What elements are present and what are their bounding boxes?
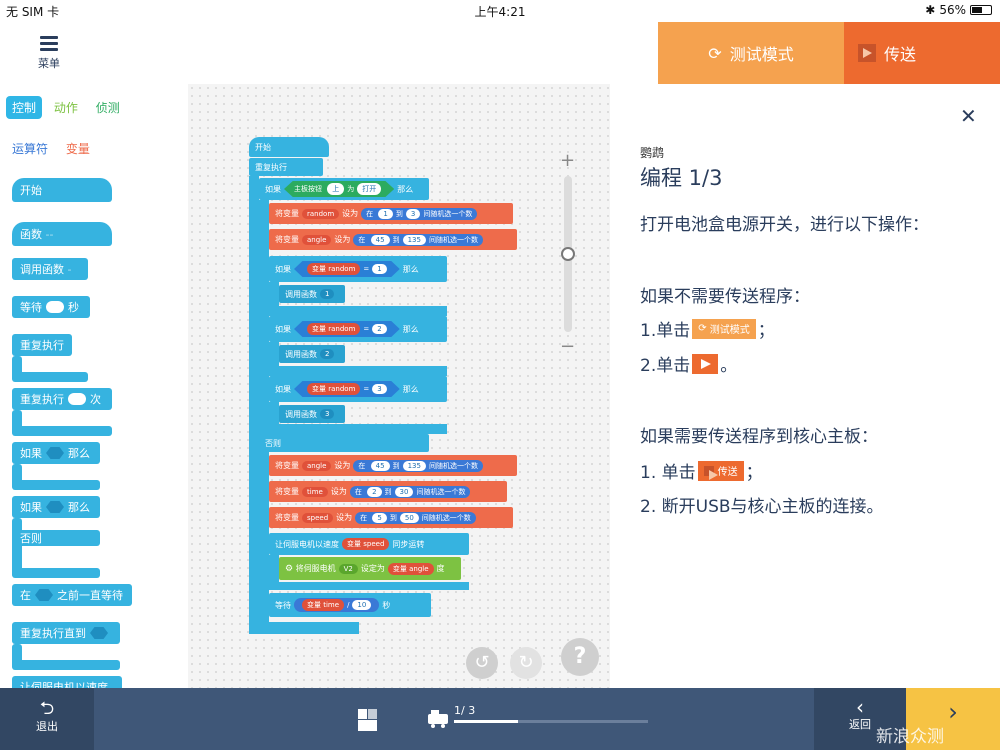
send-icon: [858, 44, 876, 62]
panel-step-3: 1. 单击 传送 ；: [640, 458, 763, 483]
menu-button[interactable]: 菜单: [22, 36, 76, 76]
panel-step-1: 1.单击 ⟳ 测试模式 ；: [640, 316, 775, 341]
servo-sync-block[interactable]: 让伺服电机以速度 变量 speed 同步运转: [269, 533, 469, 555]
test-mode-label: 测试模式: [729, 45, 794, 64]
watermark: 新浪众测: [876, 727, 944, 747]
send-label: 传送: [884, 45, 917, 64]
wait-block[interactable]: 等待 变量 time/10 秒: [269, 593, 431, 617]
palette-repeat-block[interactable]: 重复执行次: [12, 388, 112, 410]
layout-icon[interactable]: [358, 709, 378, 731]
help-button[interactable]: ?: [561, 638, 599, 676]
chevron-left-icon: ‹: [856, 695, 864, 719]
menu-label: 菜单: [38, 57, 60, 70]
tab-motion[interactable]: 动作: [48, 96, 84, 119]
set-random-block[interactable]: 将变量 random 设为 在 1 到 3 间随机选一个数: [269, 203, 513, 224]
if-random-3-block[interactable]: 如果 变量 random = 3 那么: [269, 376, 447, 402]
zoom-in-button[interactable]: +: [560, 150, 575, 171]
palette-function-block[interactable]: 函数 --: [12, 222, 112, 246]
set-angle-block[interactable]: 将变量 angle 设为 在 45 到 135 间随机选一个数: [269, 229, 517, 250]
test-mode-button[interactable]: ⟳ 测试模式: [658, 22, 844, 84]
chevron-right-icon: ›: [948, 698, 958, 726]
else-label: 否则: [259, 434, 429, 452]
palette-servo-speed-block[interactable]: 让伺服电机以速度: [12, 676, 122, 688]
panel-no-send-header: 如果不需要传送程序：: [640, 287, 810, 307]
panel-title: 编程 1/3: [640, 166, 723, 190]
set-speed-block[interactable]: 将变量 speed 设为 在 5 到 50 间随机选一个数: [269, 507, 513, 528]
palette-start-block[interactable]: 开始: [12, 178, 112, 202]
battery-percent: 56%: [939, 3, 966, 17]
palette-wait-block[interactable]: 等待秒: [12, 296, 90, 318]
panel-subtitle: 鹦鹉: [640, 146, 665, 160]
refresh-icon: ⟳: [708, 43, 722, 63]
robot-icon: [426, 708, 450, 728]
palette-else-label: 否则: [12, 530, 100, 546]
block-palette: 开始 函数 -- 调用函数 - 等待秒 重复执行 重复执行次 如果 那么 如果 那么…: [0, 160, 185, 688]
panel-intro: 打开电池盒电源开关，进行以下操作：: [640, 215, 929, 235]
palette-forever-block[interactable]: 重复执行: [12, 334, 72, 356]
test-mode-chip: ⟳ 测试模式: [692, 318, 756, 339]
servo-icon: ⚙: [285, 563, 294, 574]
zoom-out-button[interactable]: −: [560, 336, 575, 357]
if-random-2-block[interactable]: 如果 变量 random = 2 那么: [269, 316, 447, 342]
palette-repeat-until-block[interactable]: 重复执行直到: [12, 622, 120, 644]
close-icon[interactable]: ✕: [960, 104, 977, 128]
forever-block[interactable]: 重复执行: [249, 158, 323, 176]
exit-label: 退出: [36, 720, 58, 733]
call-function-2-block[interactable]: 调用函数 2: [279, 345, 345, 363]
progress-bar: [454, 720, 648, 723]
battery-icon: [970, 5, 992, 15]
refresh-icon: ⟳: [698, 323, 710, 334]
palette-wait-until-block[interactable]: 在之前一直等待: [12, 584, 132, 606]
redo-button[interactable]: ↻: [510, 647, 542, 679]
call-function-1-block[interactable]: 调用函数 1: [279, 285, 345, 303]
tab-control[interactable]: 控制: [6, 96, 43, 119]
step-indicator: 1/ 3: [454, 704, 476, 717]
start-hat-block[interactable]: 开始: [249, 137, 329, 157]
palette-call-function-block[interactable]: 调用函数 -: [12, 258, 88, 280]
if-block[interactable]: 如果 主板按钮 上为打开 那么: [259, 178, 429, 200]
send-icon: [703, 465, 718, 480]
clock-text: 上午4:21: [474, 5, 526, 19]
palette-if-block[interactable]: 如果 那么: [12, 442, 100, 464]
bluetooth-icon: ✱: [925, 3, 936, 17]
panel-send-header: 如果需要传送程序到核心主板：: [640, 427, 878, 447]
play-icon: [692, 353, 719, 374]
exit-button[interactable]: ⮌ 退出: [0, 688, 94, 750]
panel-step-2: 2.单击 。: [640, 351, 737, 376]
undo-button[interactable]: ↺: [466, 647, 498, 679]
send-chip: 传送: [697, 460, 744, 481]
tab-variables[interactable]: 变量: [60, 137, 96, 160]
set-angle-2-block[interactable]: 将变量 angle 设为 在 45 到 135 间随机选一个数: [269, 455, 517, 476]
tab-operators[interactable]: 运算符: [6, 137, 54, 160]
exit-icon: ⮌: [39, 698, 55, 719]
call-function-3-block[interactable]: 调用函数 3: [279, 405, 345, 423]
zoom-slider-handle[interactable]: [561, 247, 575, 261]
category-tabs: 控制 动作 侦测 运算符 变量: [6, 96, 186, 160]
panel-step-4: 2. 断开USB与核心主板的连接。: [640, 497, 884, 517]
progress-fill: [454, 720, 519, 723]
tab-sensing[interactable]: 侦测: [90, 96, 126, 119]
set-servo-angle-block[interactable]: ⚙ 将伺服电机 V2 设定为 变量 angle 度: [279, 557, 461, 580]
send-button[interactable]: 传送: [844, 22, 1000, 84]
set-time-block[interactable]: 将变量 time 设为 在 2 到 30 间随机选一个数: [269, 481, 507, 502]
status-bar: 无 SIM 卡 上午4:21 ✱ 56%: [0, 0, 1000, 22]
menu-icon: [40, 36, 58, 51]
if-random-1-block[interactable]: 如果 变量 random = 1 那么: [269, 256, 447, 282]
palette-if-else-block[interactable]: 如果 那么: [12, 496, 100, 518]
